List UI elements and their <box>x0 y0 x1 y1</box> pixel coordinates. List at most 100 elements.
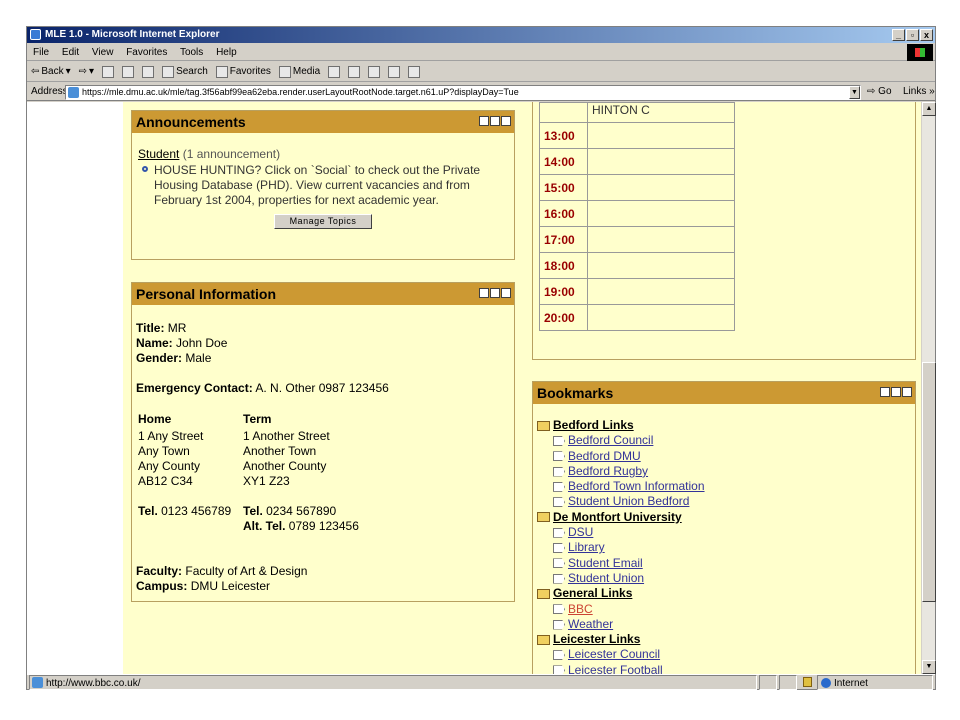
favorites-button[interactable]: Favorites <box>215 62 271 82</box>
edit-icon[interactable] <box>891 387 901 397</box>
bookmark-link[interactable]: Student Email <box>568 556 643 571</box>
search-button[interactable]: Search <box>162 62 208 82</box>
home-icon[interactable] <box>142 65 155 78</box>
announcement-text: HOUSE HUNTING? Click on `Social` to chec… <box>154 163 481 207</box>
timetable-panel: HINTON C 13:00 14:00 15:00 16:00 17:00 1… <box>532 102 916 360</box>
close-button[interactable]: x <box>920 29 933 41</box>
panel-controls <box>479 116 511 126</box>
bookmark-item: Student Union <box>537 571 915 586</box>
bookmark-item: Bedford DMU <box>537 449 915 464</box>
restore-button[interactable]: ▫ <box>906 29 919 41</box>
chevron-down-icon: ▾ <box>65 65 71 77</box>
minimize-icon[interactable] <box>902 387 912 397</box>
info-icon[interactable] <box>479 116 489 126</box>
term-line3: Another County <box>243 459 327 473</box>
bookmark-icon <box>553 451 565 462</box>
status-cell <box>779 675 797 690</box>
panel-controls <box>479 288 511 298</box>
folder-link[interactable]: Bedford Links <box>553 418 634 433</box>
bookmark-item: Bedford Town Information <box>537 479 915 494</box>
timetable-entry[interactable]: HINTON C <box>587 102 735 123</box>
table-row: 14:00 <box>539 148 735 175</box>
links-button[interactable]: Links » <box>903 83 935 101</box>
bookmark-link[interactable]: Student Union Bedford <box>568 494 689 509</box>
bookmark-link[interactable]: Leicester Football <box>568 663 663 674</box>
menu-help[interactable]: Help <box>216 47 237 58</box>
bookmark-link[interactable]: Leicester Council <box>568 647 660 662</box>
info-icon[interactable] <box>880 387 890 397</box>
bookmark-link-hovered[interactable]: BBC <box>568 602 593 617</box>
media-icon <box>278 65 291 78</box>
bookmark-icon <box>553 481 565 492</box>
minimize-button[interactable]: _ <box>892 29 905 41</box>
bookmark-link[interactable]: Student Union <box>568 571 644 586</box>
menu-file[interactable]: File <box>33 47 49 58</box>
title-value: MR <box>167 321 187 335</box>
menu-favorites[interactable]: Favorites <box>126 47 167 58</box>
bookmark-link[interactable]: DSU <box>568 525 593 540</box>
time-cell: 19:00 <box>539 278 588 305</box>
bookmark-link[interactable]: Library <box>568 540 605 555</box>
info-icon[interactable] <box>479 288 489 298</box>
forward-button[interactable]: ⇨ ▾ <box>79 62 94 82</box>
bullet-icon <box>142 166 148 172</box>
scroll-up-button[interactable]: ▲ <box>922 102 936 116</box>
folder-link[interactable]: De Montfort University <box>553 510 682 525</box>
table-row: HINTON C <box>539 102 735 123</box>
refresh-icon[interactable] <box>122 65 135 78</box>
term-line2: Another Town <box>243 444 317 458</box>
personal-information-header: Personal Information <box>132 283 514 305</box>
bookmark-link[interactable]: Bedford Council <box>568 433 653 448</box>
bookmark-icon <box>553 604 565 615</box>
slot-cell <box>587 122 735 149</box>
menu-view[interactable]: View <box>92 47 114 58</box>
back-button[interactable]: ⇦ Back ▾ <box>31 62 71 82</box>
address-input[interactable]: https://mle.dmu.ac.uk/mle/tag.3f56abf99e… <box>65 85 861 100</box>
announcements-panel: Announcements Student (1 announcement) H… <box>131 110 515 260</box>
media-button[interactable]: Media <box>278 62 320 82</box>
gender-label: Gender: <box>136 351 183 365</box>
bookmark-link[interactable]: Weather <box>568 617 613 632</box>
minimize-icon[interactable] <box>501 288 511 298</box>
gender-value: Male <box>185 351 212 365</box>
slot-cell <box>587 304 735 331</box>
scroll-down-button[interactable]: ▼ <box>922 660 936 674</box>
vertical-scrollbar[interactable]: ▲ ▼ <box>921 102 936 674</box>
bookmark-icon <box>553 650 565 661</box>
scroll-thumb[interactable] <box>922 362 936 602</box>
status-url: http://www.bbc.co.uk/ <box>46 678 141 689</box>
mail-icon[interactable] <box>348 65 361 78</box>
manage-topics-button[interactable]: Manage Topics <box>274 214 372 229</box>
bookmark-icon <box>553 558 565 569</box>
menu-edit[interactable]: Edit <box>62 47 79 58</box>
bookmark-item: Leicester Council <box>537 647 915 662</box>
home-line4: AB12 C34 <box>138 474 193 488</box>
bookmarks-panel: Bookmarks Bedford Links Bedford Council … <box>532 381 916 674</box>
history-icon[interactable] <box>328 65 341 78</box>
slot-cell <box>587 148 735 175</box>
stop-icon[interactable] <box>102 65 115 78</box>
title-bar[interactable]: MLE 1.0 - Microsoft Internet Explorer _ … <box>27 27 935 43</box>
menu-tools[interactable]: Tools <box>180 47 203 58</box>
edit-icon[interactable] <box>490 116 500 126</box>
folder-link[interactable]: General Links <box>553 586 632 601</box>
bookmark-link[interactable]: Bedford Town Information <box>568 479 705 494</box>
status-text-area: http://www.bbc.co.uk/ <box>29 675 757 690</box>
edit-icon[interactable] <box>490 288 500 298</box>
slot-cell <box>587 278 735 305</box>
browser-window: MLE 1.0 - Microsoft Internet Explorer _ … <box>26 26 936 690</box>
discuss-icon[interactable] <box>408 65 421 78</box>
folder-link[interactable]: Leicester Links <box>553 632 640 647</box>
go-button[interactable]: ⇨ Go <box>867 83 892 101</box>
personal-information-panel: Personal Information Title: MR Name: Joh… <box>131 282 515 602</box>
minimize-icon[interactable] <box>501 116 511 126</box>
bookmark-link[interactable]: Bedford Rugby <box>568 464 648 479</box>
topic-link-student[interactable]: Student <box>138 147 179 161</box>
print-icon[interactable] <box>368 65 381 78</box>
bookmark-link[interactable]: Bedford DMU <box>568 449 641 464</box>
address-dropdown-button[interactable]: ▼ <box>849 86 860 99</box>
edit-icon[interactable] <box>388 65 401 78</box>
forward-arrow-icon: ⇨ <box>78 65 88 77</box>
